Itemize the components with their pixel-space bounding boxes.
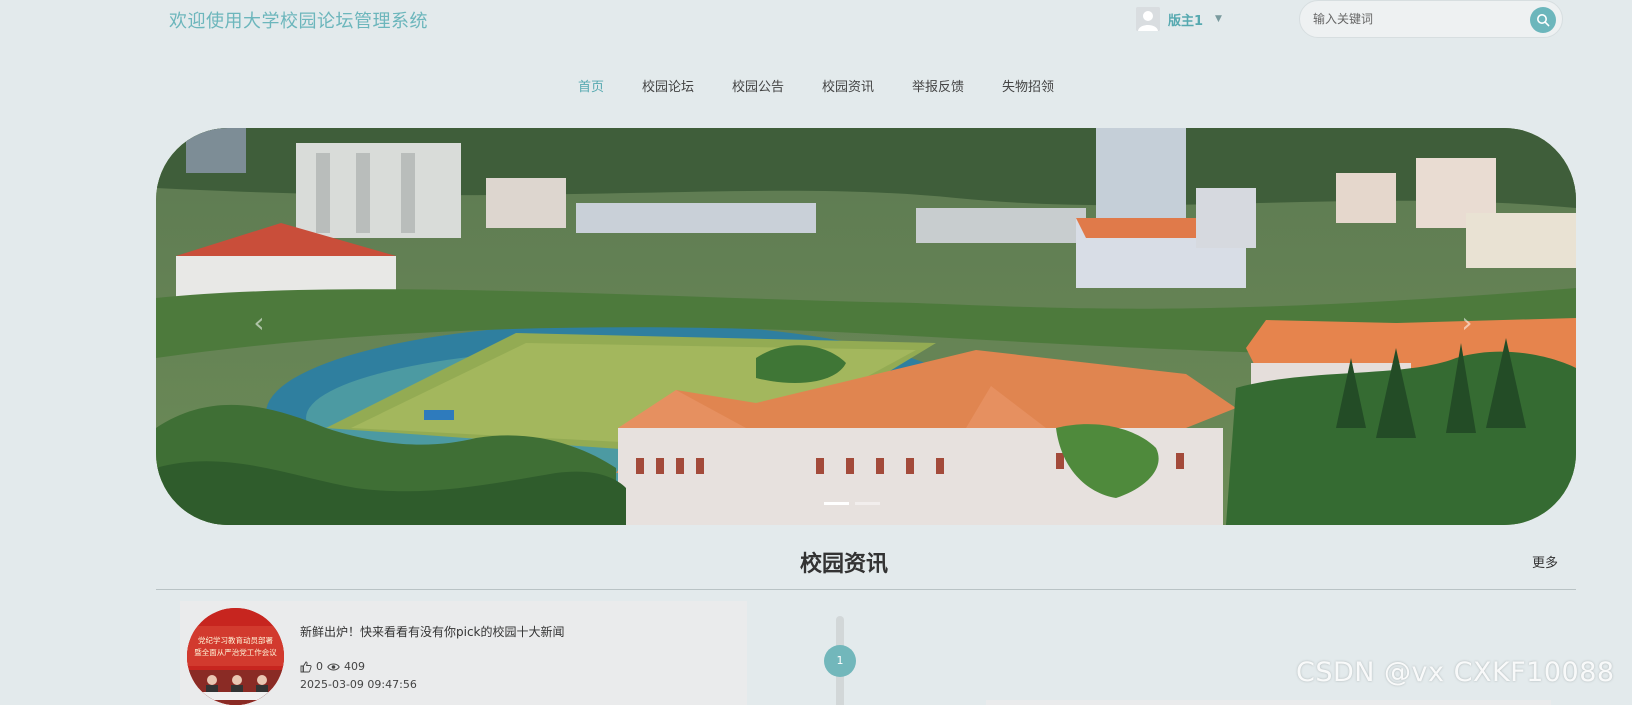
carousel-dot[interactable] [824, 502, 849, 505]
news-thumb-line-2: 暨全面从严治党工作会议 [194, 647, 277, 657]
section-title: 校园资讯 [799, 552, 888, 577]
section-divider [156, 589, 1576, 590]
search-input[interactable] [1313, 4, 1513, 34]
view-count: 409 [344, 660, 365, 673]
chevron-down-icon[interactable]: ▼ [1215, 14, 1222, 24]
carousel-dot[interactable] [855, 502, 880, 505]
eye-icon [327, 663, 340, 670]
more-link[interactable]: 更多 [1532, 552, 1558, 571]
user-menu[interactable]: 版主1 ▼ [1136, 6, 1222, 32]
nav-item-notice[interactable]: 校园公告 [713, 78, 803, 98]
carousel-dots [824, 502, 880, 505]
search-button[interactable] [1530, 7, 1556, 33]
news-panel-edge [986, 700, 1551, 705]
nav-item-home[interactable]: 首页 [559, 78, 623, 98]
carousel-next-arrow[interactable]: › [1452, 303, 1482, 343]
news-thumb-line-1: 党纪学习教育动员部署 [198, 635, 273, 645]
main-nav: 首页 校园论坛 校园公告 校园资讯 举报反馈 失物招领 [0, 78, 1632, 98]
carousel-prev-arrow[interactable]: ‹ [244, 303, 274, 343]
news-card[interactable]: 党纪学习教育动员部署 暨全面从严治党工作会议 新鲜出炉！快来看看有没有你pick… [180, 601, 747, 705]
nav-item-lost-found[interactable]: 失物招领 [983, 78, 1073, 98]
nav-item-forum[interactable]: 校园论坛 [623, 78, 713, 98]
search-box [1299, 0, 1563, 38]
news-title: 新鲜出炉！快来看看有没有你pick的校园十大新闻 [300, 625, 565, 639]
banner-image [156, 128, 1576, 525]
site-title: 欢迎使用大学校园论坛管理系统 [169, 11, 428, 32]
user-name: 版主1 [1168, 13, 1204, 29]
news-timestamp: 2025-03-09 09:47:56 [300, 678, 417, 691]
search-icon [1537, 14, 1550, 27]
nav-item-report[interactable]: 举报反馈 [893, 78, 983, 98]
like-count: 0 [316, 660, 323, 673]
like-icon [300, 661, 312, 672]
avatar [1136, 7, 1160, 31]
news-stats: 0 409 [300, 660, 365, 673]
banner-carousel[interactable]: ‹ › [156, 128, 1576, 525]
nav-item-news[interactable]: 校园资讯 [803, 78, 893, 98]
news-thumbnail: 党纪学习教育动员部署 暨全面从严治党工作会议 [187, 608, 284, 705]
watermark: CSDN @vx CXKF10088 [1296, 657, 1615, 688]
timeline-index[interactable]: 1 [824, 645, 856, 677]
